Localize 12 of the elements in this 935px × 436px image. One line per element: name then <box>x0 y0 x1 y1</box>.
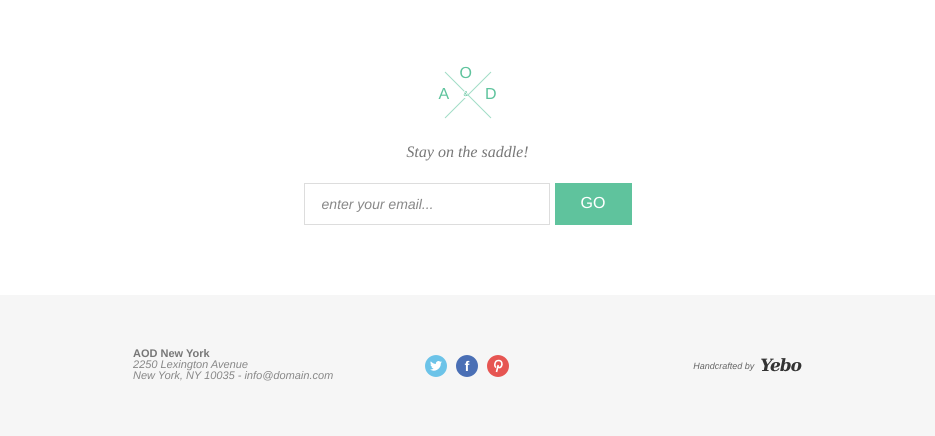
company-name: AOD New York <box>133 349 211 360</box>
brand-logo[interactable]: Yebo <box>760 356 801 376</box>
city-and-email: New York, NY 10035 - info@domain.com <box>133 371 334 382</box>
credit-text: Handcrafted by <box>693 360 754 370</box>
pin-icon <box>492 358 504 372</box>
tagline: Stay on the saddle! <box>406 144 529 162</box>
street-address: 2250 Lexington Avenue <box>133 360 249 371</box>
social-button[interactable] <box>487 354 509 376</box>
social-button[interactable] <box>425 354 447 376</box>
social-button[interactable]: f <box>456 354 478 376</box>
bird-icon <box>430 360 442 370</box>
email-field[interactable]: enter your email... <box>304 183 550 225</box>
